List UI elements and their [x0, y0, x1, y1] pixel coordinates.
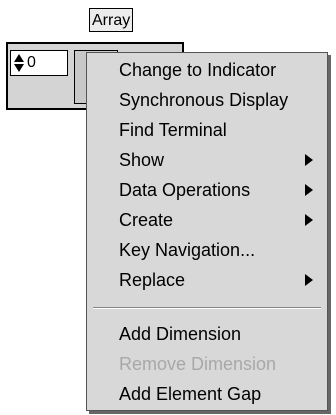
menu-item-data-operations[interactable]: Data Operations	[87, 175, 327, 205]
menu-item-label: Key Navigation...	[119, 240, 256, 260]
menu-separator	[93, 307, 321, 309]
menu-item-create[interactable]: Create	[87, 205, 327, 235]
menu-item-find-terminal[interactable]: Find Terminal	[87, 115, 327, 145]
submenu-arrow-icon	[305, 184, 313, 196]
submenu-arrow-icon	[305, 214, 313, 226]
menu-item-label: Replace	[119, 270, 186, 290]
index-stepper[interactable]	[13, 53, 25, 73]
menu-item-synchronous-display[interactable]: Synchronous Display	[87, 85, 327, 115]
menu-item-label: Synchronous Display	[119, 90, 289, 110]
menu-item-change-to-indicator[interactable]: Change to Indicator	[87, 55, 327, 85]
menu-item-label: Show	[119, 150, 165, 170]
submenu-arrow-icon	[305, 274, 313, 286]
context-menu: Change to Indicator Synchronous Display …	[86, 52, 328, 411]
menu-item-show[interactable]: Show	[87, 145, 327, 175]
index-display[interactable]: 0	[10, 50, 68, 76]
menu-item-label: Create	[119, 210, 174, 230]
index-value: 0	[27, 54, 36, 71]
menu-item-label: Find Terminal	[119, 120, 227, 140]
menu-item-key-navigation[interactable]: Key Navigation...	[87, 235, 327, 265]
menu-item-label: Add Element Gap	[119, 384, 262, 404]
menu-item-label: Add Dimension	[119, 324, 242, 344]
menu-item-label: Data Operations	[119, 180, 251, 200]
menu-item-add-element-gap[interactable]: Add Element Gap	[87, 379, 327, 409]
menu-item-label: Change to Indicator	[119, 60, 277, 80]
menu-item-label: Remove Dimension	[119, 354, 277, 374]
array-label: Array	[89, 8, 134, 32]
menu-item-remove-dimension: Remove Dimension	[87, 349, 327, 379]
submenu-arrow-icon	[305, 154, 313, 166]
decrement-arrow-icon[interactable]	[14, 64, 24, 72]
menu-item-replace[interactable]: Replace	[87, 265, 327, 295]
menu-item-add-dimension[interactable]: Add Dimension	[87, 319, 327, 349]
increment-arrow-icon[interactable]	[14, 54, 24, 62]
